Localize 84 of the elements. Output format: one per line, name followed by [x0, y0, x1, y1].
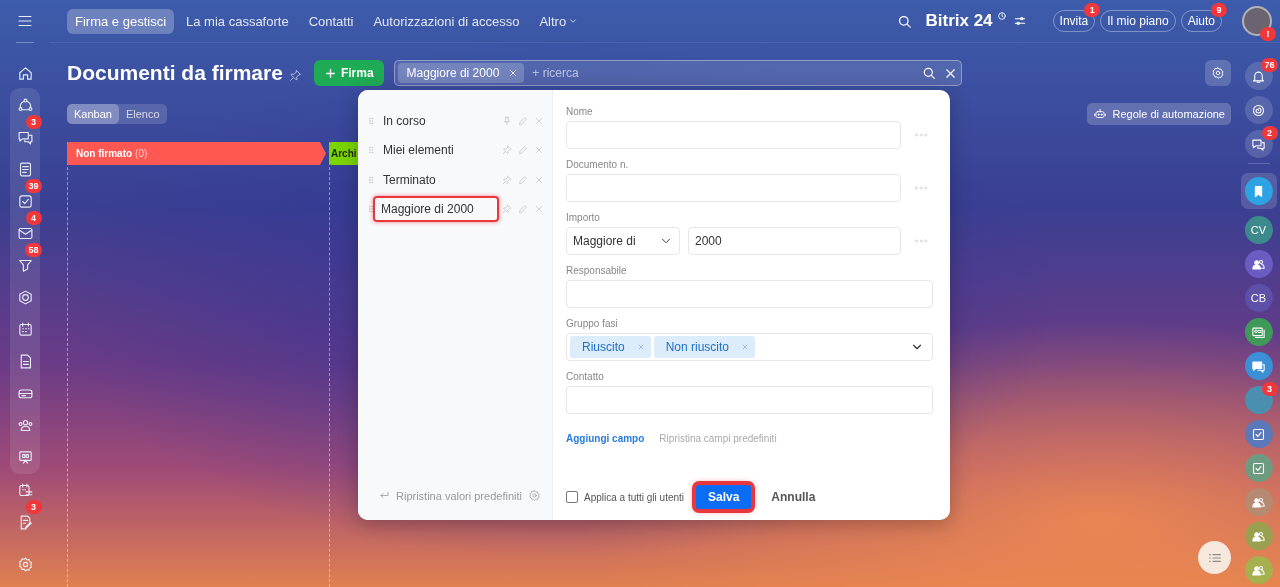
notification-badge: 3 — [25, 115, 42, 129]
robot-icon — [1093, 107, 1108, 121]
nav-tab[interactable]: Autorizzazioni di accesso — [365, 8, 528, 34]
speech-bubble-icon — [1251, 358, 1266, 374]
field-label: Importo — [566, 212, 601, 223]
stage-header[interactable]: Non firmato (0) — [67, 142, 326, 165]
drag-handle-icon[interactable] — [366, 204, 376, 215]
flow-icon[interactable] — [16, 96, 34, 114]
field-label: Contatto — [566, 371, 605, 382]
notification-badge: 39 — [25, 179, 42, 193]
plus-icon — [323, 66, 337, 80]
user-avatar[interactable] — [1242, 6, 1272, 36]
stage-header[interactable]: Archi — [329, 142, 359, 165]
logo: Bitrix 24 — [925, 11, 1007, 31]
presentation-icon[interactable] — [16, 448, 34, 466]
input-field[interactable]: 2000 — [688, 227, 901, 255]
remove-icon[interactable] — [508, 68, 519, 78]
checkbox-icon — [1251, 460, 1266, 476]
stage-tag[interactable]: Non riuscito — [653, 336, 756, 358]
field-label: Nome — [566, 106, 594, 117]
settings-icon[interactable] — [16, 555, 34, 573]
filter-chip[interactable]: Maggiore di 2000 — [397, 63, 525, 83]
page-title: Documenti da firmare — [67, 61, 283, 85]
bell-icon — [1251, 68, 1266, 84]
sidebar-item[interactable]: 3 — [1240, 383, 1277, 417]
settings-button[interactable] — [1205, 60, 1231, 86]
notification-badge: 4 — [25, 211, 42, 225]
nav-tab[interactable]: Contatti — [300, 8, 362, 34]
cancel-button[interactable]: Annulla — [765, 489, 822, 505]
save-button[interactable]: Salva — [694, 483, 754, 511]
calendar-icon[interactable] — [16, 320, 34, 338]
checkbox[interactable] — [566, 491, 578, 503]
input-field[interactable] — [566, 174, 901, 202]
list-button[interactable] — [1198, 541, 1231, 574]
checkbox-label: Applica a tutti gli utenti — [584, 491, 685, 503]
reset-link[interactable]: Ripristina valori predefiniti — [396, 489, 522, 502]
input-field[interactable] — [566, 121, 901, 149]
automation-button[interactable]: Regole di automazione — [1087, 103, 1231, 125]
view-tab[interactable]: Kanban — [67, 104, 119, 124]
filter-preset[interactable]: In corso — [379, 107, 433, 134]
nav-tab[interactable]: Firma e gestisci — [67, 8, 175, 34]
spiral-icon — [1251, 102, 1266, 118]
add-field-link[interactable]: Aggiungi campo — [566, 433, 645, 444]
notification-badge: 9 — [1211, 3, 1227, 17]
checkbox-icon[interactable] — [16, 192, 34, 210]
create-button[interactable]: Firma — [313, 60, 384, 86]
filter-preset[interactable]: Maggiore di 2000 — [373, 196, 499, 223]
contact-card-icon — [1251, 324, 1266, 340]
notification-badge: 3 — [25, 500, 42, 514]
settings-icon — [1211, 66, 1225, 80]
notification-badge: 3 — [1261, 382, 1278, 396]
notification-badge: 1 — [1084, 3, 1101, 17]
search-field[interactable]: Maggiore di 2000 + ricerca — [393, 60, 962, 86]
nav-tab[interactable]: Altro — [531, 8, 587, 34]
notification-badge: 58 — [25, 243, 42, 257]
home-icon[interactable] — [16, 64, 34, 82]
operator-select[interactable]: Maggiore di — [566, 227, 680, 255]
drag-handle-icon[interactable] — [366, 115, 376, 126]
notification-badge: 2 — [1261, 126, 1278, 140]
checkbox-icon — [1251, 426, 1266, 442]
sidebar-item[interactable]: 76 — [1240, 59, 1277, 93]
alert-badge: ! — [1260, 27, 1276, 41]
clock-icon — [996, 11, 1007, 21]
field-label: Gruppo fasi — [566, 318, 619, 329]
tag-select[interactable]: Riuscito Non riuscito — [566, 333, 933, 361]
chat-icon — [1251, 136, 1266, 152]
pin-icon[interactable] — [288, 68, 302, 82]
input-field[interactable] — [566, 280, 933, 308]
filter-preset[interactable]: Miei elementi — [379, 137, 461, 164]
filter-preset[interactable]: Terminato — [379, 166, 443, 193]
hexagon-icon[interactable] — [16, 288, 34, 306]
notification-badge: 76 — [1261, 58, 1278, 72]
calendar-list-icon[interactable] — [16, 481, 34, 499]
view-tab[interactable]: Elenco — [118, 104, 167, 124]
stage-tag[interactable]: Riuscito — [570, 336, 651, 358]
input-field[interactable] — [566, 386, 933, 414]
drag-handle-icon[interactable] — [366, 174, 376, 185]
sliders-icon[interactable] — [1012, 14, 1027, 28]
nav-tab[interactable]: La mia cassaforte — [178, 8, 297, 34]
sidebar-item[interactable]: 2 — [1240, 127, 1277, 161]
restore-fields-link[interactable]: Ripristina campi predefiniti — [659, 433, 777, 444]
field-label: Responsabile — [566, 265, 628, 276]
drag-handle-icon[interactable] — [366, 145, 376, 156]
field-label: Documento n. — [566, 159, 630, 170]
